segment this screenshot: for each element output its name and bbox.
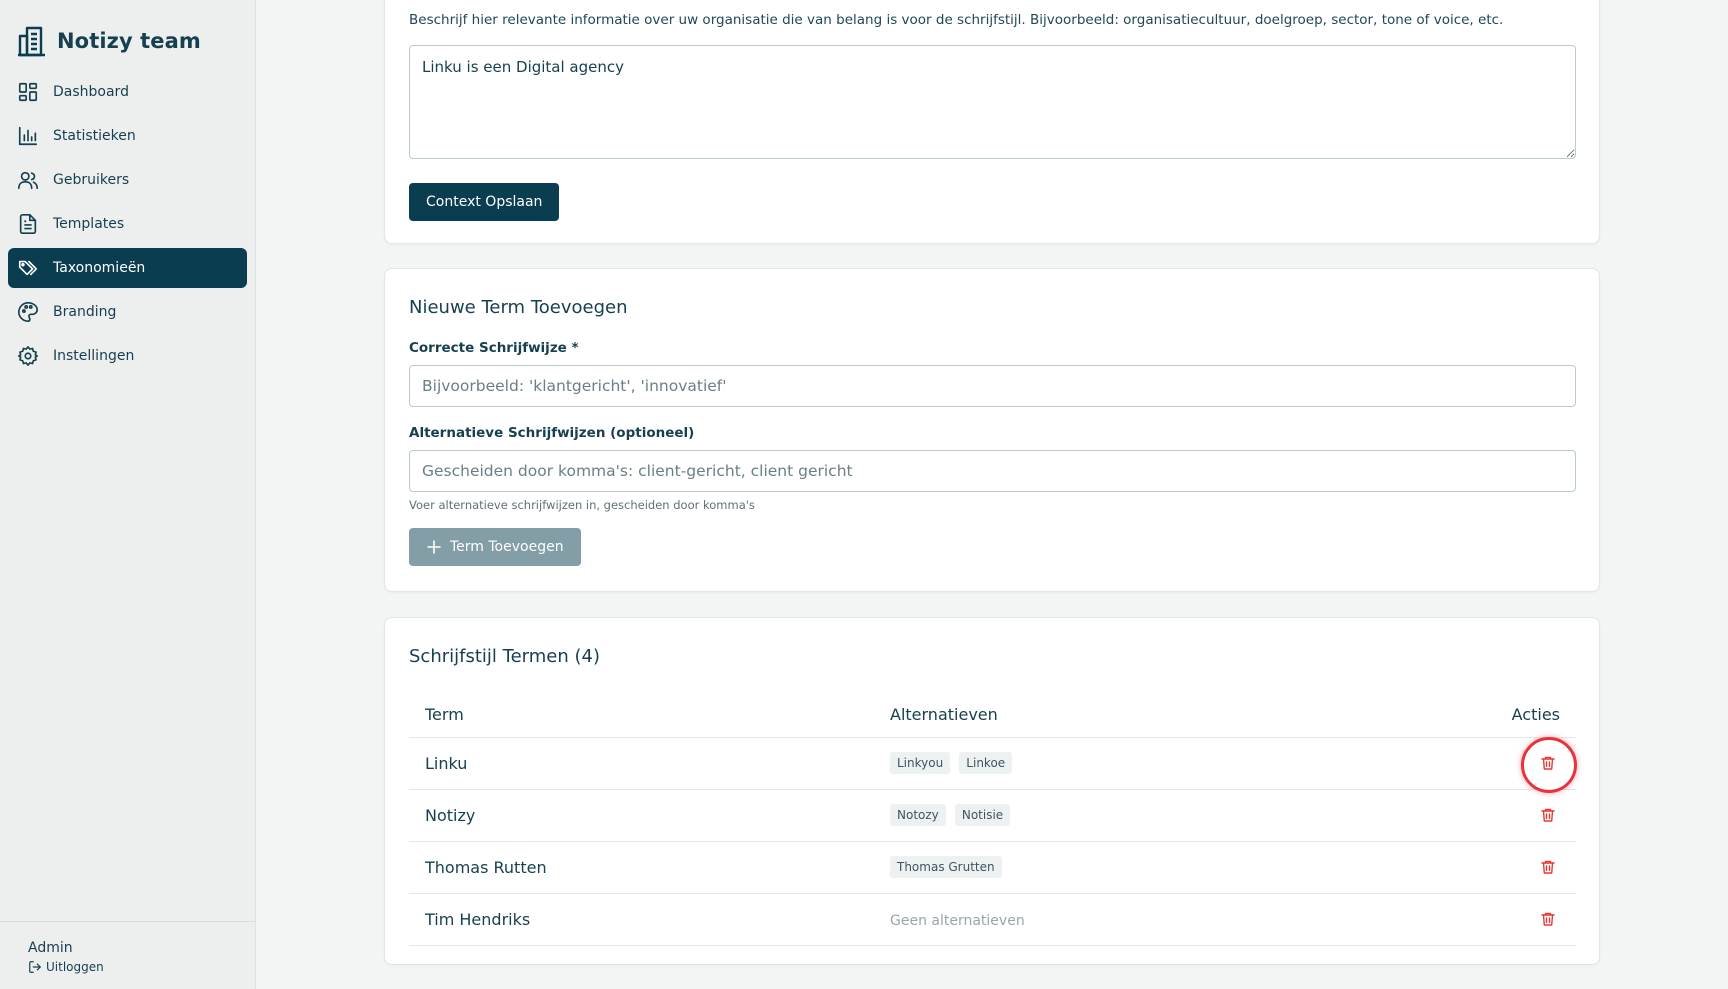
- sidebar-nav: Dashboard Statistieken Gebruikers Templa…: [0, 66, 255, 380]
- bar-chart-icon: [18, 126, 38, 146]
- sidebar-item-gebruikers[interactable]: Gebruikers: [8, 160, 247, 200]
- table-row: Tim Hendriks Geen alternatieven: [409, 893, 1576, 946]
- alternative-spellings-input[interactable]: [409, 450, 1576, 492]
- trash-icon: [1541, 808, 1555, 822]
- sidebar-item-statistieken[interactable]: Statistieken: [8, 116, 247, 156]
- term-cell: Notizy: [409, 789, 874, 842]
- add-term-label: Term Toevoegen: [450, 539, 564, 555]
- alternative-spellings-hint: Voer alternatieve schrijfwijzen in, gesc…: [409, 498, 755, 512]
- palette-icon: [18, 302, 38, 322]
- term-cell: Linku: [409, 737, 874, 790]
- sidebar-item-label: Branding: [53, 304, 117, 320]
- sidebar-item-label: Statistieken: [53, 128, 136, 144]
- new-term-card: Nieuwe Term Toevoegen Correcte Schrijfwi…: [384, 268, 1600, 592]
- column-header-alternatives: Alternatieven: [874, 693, 1436, 738]
- terms-table: Term Alternatieven Acties Linku Linkyou …: [409, 693, 1577, 946]
- sidebar-item-templates[interactable]: Templates: [8, 204, 247, 244]
- terms-card: Schrijfstijl Termen (4) Term Alternatiev…: [384, 617, 1600, 965]
- table-header-row: Term Alternatieven Acties: [409, 693, 1576, 738]
- trash-icon: [1541, 860, 1555, 874]
- sidebar-item-instellingen[interactable]: Instellingen: [8, 336, 247, 376]
- actions-cell: [1436, 893, 1576, 946]
- logout-icon: [29, 961, 41, 973]
- table-row: Notizy Notozy Notisie: [409, 789, 1576, 842]
- delete-term-button[interactable]: [1537, 804, 1559, 826]
- dashboard-icon: [18, 82, 38, 102]
- trash-icon: [1541, 912, 1555, 926]
- brand-title: Notizy team: [57, 29, 201, 53]
- current-user-name: Admin: [28, 940, 73, 956]
- sidebar-item-label: Gebruikers: [53, 172, 130, 188]
- terms-title: Schrijfstijl Termen (4): [409, 646, 600, 667]
- delete-term-button[interactable]: [1537, 856, 1559, 878]
- sidebar-item-label: Instellingen: [53, 348, 135, 364]
- logout-link[interactable]: Uitloggen: [28, 960, 255, 974]
- add-term-button[interactable]: Term Toevoegen: [409, 528, 581, 566]
- column-header-term: Term: [409, 693, 874, 738]
- plus-icon: [427, 540, 441, 554]
- sidebar-item-label: Taxonomieën: [53, 260, 146, 276]
- correct-spelling-input[interactable]: [409, 365, 1576, 407]
- gear-icon: [18, 346, 38, 366]
- users-icon: [18, 171, 38, 190]
- alternatives-cell: Notozy Notisie: [874, 789, 1436, 842]
- sidebar-item-taxonomieen[interactable]: Taxonomieën: [8, 248, 247, 288]
- context-textarea[interactable]: Linku is een Digital agency: [409, 45, 1576, 159]
- no-alternatives-text: Geen alternatieven: [890, 912, 1025, 929]
- sidebar: Notizy team Dashboard Statistieken Gebru…: [0, 0, 256, 989]
- correct-spelling-label: Correcte Schrijfwijze *: [409, 340, 579, 356]
- building-logo-icon: [18, 26, 45, 57]
- actions-cell: [1436, 841, 1576, 894]
- alternative-tag: Linkyou: [890, 752, 951, 774]
- sidebar-item-branding[interactable]: Branding: [8, 292, 247, 332]
- table-row: Linku Linkyou Linkoe: [409, 736, 1577, 793]
- alternative-spellings-label: Alternatieve Schrijfwijzen (optioneel): [409, 425, 695, 441]
- brand[interactable]: Notizy team: [0, 0, 255, 66]
- actions-cell: [1436, 736, 1577, 793]
- alternative-tag: Notozy: [890, 804, 946, 826]
- trash-icon: [1541, 756, 1555, 770]
- sidebar-footer: Admin Uitloggen: [0, 921, 255, 989]
- context-help-text: Beschrijf hier relevante informatie over…: [409, 12, 1504, 28]
- term-cell: Thomas Rutten: [409, 841, 874, 894]
- alternative-tag: Thomas Grutten: [890, 856, 1002, 878]
- main-content: Beschrijf hier relevante informatie over…: [256, 0, 1728, 989]
- column-header-actions: Acties: [1436, 693, 1576, 738]
- new-term-title: Nieuwe Term Toevoegen: [409, 297, 628, 318]
- tags-icon: [18, 260, 38, 276]
- alternative-tag: Linkoe: [959, 752, 1013, 774]
- logout-label: Uitloggen: [46, 960, 104, 974]
- table-row: Thomas Rutten Thomas Grutten: [409, 841, 1576, 894]
- actions-cell: [1436, 789, 1576, 842]
- app-root: Notizy team Dashboard Statistieken Gebru…: [0, 0, 1728, 989]
- document-icon: [19, 214, 37, 234]
- alternatives-cell: Linkyou Linkoe: [874, 737, 1436, 790]
- term-cell: Tim Hendriks: [409, 893, 874, 946]
- sidebar-item-dashboard[interactable]: Dashboard: [8, 72, 247, 112]
- sidebar-item-label: Dashboard: [53, 84, 129, 100]
- alternatives-cell: Thomas Grutten: [874, 841, 1436, 894]
- sidebar-item-label: Templates: [53, 216, 125, 232]
- context-card: Beschrijf hier relevante informatie over…: [384, 0, 1600, 244]
- alternative-tag: Notisie: [954, 804, 1011, 826]
- alternatives-cell: Geen alternatieven: [874, 893, 1436, 946]
- delete-term-button[interactable]: [1537, 908, 1559, 930]
- delete-term-button[interactable]: [1521, 736, 1577, 793]
- save-context-button[interactable]: Context Opslaan: [409, 183, 560, 221]
